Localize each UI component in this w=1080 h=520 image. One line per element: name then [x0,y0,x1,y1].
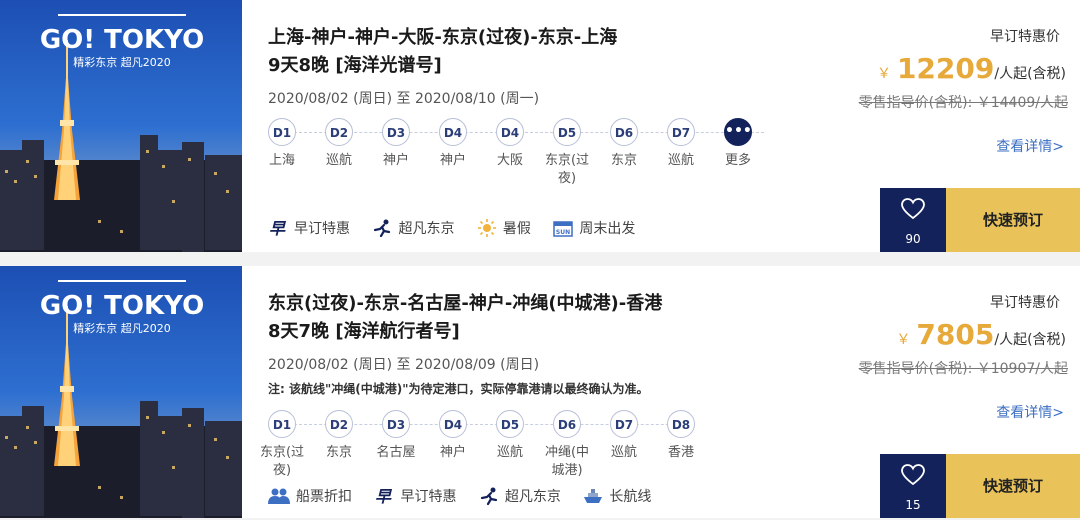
day-stop: D2 巡航 [313,118,365,170]
cruise-card: GO! TOKYO 精彩东京 超凡2020 东京(过夜)-东京-名古屋-神户-冲… [0,266,1080,518]
price-value: 12209 [896,52,995,85]
tokyo-tower-image[interactable]: GO! TOKYO 精彩东京 超凡2020 [0,0,242,252]
tag-early-booking: 早 早订特惠 [269,219,350,237]
day-stop: D1 东京(过夜) [256,410,308,480]
tag-long-route: 长航线 [583,486,651,506]
sailing-dates: 2020/08/02 (周日) 至 2020/08/09 (周日) [268,357,540,373]
day-stop: D5 东京(过夜) [541,118,593,188]
more-days-button[interactable]: ••• 更多 [712,118,764,170]
day-timeline: D1 上海 D2 巡航 D3 神户 D4 神户 D4 大阪 D5 东京(过夜) D6 东京 D… [268,118,788,198]
svg-text:早: 早 [375,487,393,505]
feature-tags: 船票折扣 早 早订特惠 超凡东京 长航线 [268,486,669,509]
day-stop: D8 香港 [655,410,707,462]
day-stop: D4 大阪 [484,118,536,170]
route-title[interactable]: 上海-神户-神户-大阪-东京(过夜)-东京-上海 9天8晚 [海洋光谱号] [268,24,617,80]
svg-text:精彩东京 超凡2020: 精彩东京 超凡2020 [73,55,171,69]
itinerary-info: 上海-神户-神户-大阪-东京(过夜)-东京-上海 9天8晚 [海洋光谱号] 20… [268,0,828,252]
tag-early-booking: 早 早订特惠 [375,487,457,505]
runner-icon [480,487,498,505]
quick-book-button[interactable]: 快速预订 [946,454,1080,518]
sun-icon [477,219,496,237]
itinerary-info: 东京(过夜)-东京-名古屋-神户-冲绳(中城港)-香港 8天7晚 [海洋航行者号… [260,266,828,518]
day-stop: D4 神户 [427,410,479,462]
day-stop: D3 名古屋 [370,410,422,462]
day-stop: D1 上海 [256,118,308,170]
view-details-link[interactable]: 查看详情> [996,136,1064,156]
tag-tokyo: 超凡东京 [372,218,454,238]
svg-text:早: 早 [269,219,287,237]
more-icon: ••• [724,118,752,146]
price-label: 早订特惠价 [990,29,1060,45]
day-stop: D6 东京 [598,118,650,170]
feature-tags: 早 早订特惠 超凡东京 暑假 SUN 周末出发 [268,218,653,241]
day-stop: D4 神户 [427,118,479,170]
like-button[interactable]: 15 [880,454,946,518]
runner-icon [374,219,391,237]
tokyo-tower-image[interactable]: GO! TOKYO 精彩东京 超凡2020 [0,266,242,518]
svg-text:GO! TOKYO: GO! TOKYO [40,25,204,55]
heart-icon [901,464,925,486]
sailing-dates: 2020/08/02 (周日) 至 2020/08/10 (周一) [268,91,540,107]
like-button[interactable]: 90 [880,188,946,252]
svg-text:GO! TOKYO: GO! TOKYO [40,291,204,321]
view-details-link[interactable]: 查看详情> [996,402,1064,422]
port-note: 注: 该航线"冲绳(中城港)"为待定港口，实际停靠港请以最终确认为准。 [268,382,649,396]
people-icon [268,488,290,504]
day-stop: D2 东京 [313,410,365,462]
like-count: 90 [905,232,921,246]
early-bird-icon: 早 [269,219,287,237]
day-timeline: D1 东京(过夜) D2 东京 D3 名古屋 D4 神户 D5 巡航 D6 冲绳(中城港) … [260,410,788,490]
day-stop: D6 冲绳(中城港) [541,410,593,480]
day-stop: D7 巡航 [655,118,707,170]
route-title[interactable]: 东京(过夜)-东京-名古屋-神户-冲绳(中城港)-香港 8天7晚 [海洋航行者号… [268,290,662,346]
day-stop: D5 巡航 [484,410,536,462]
calendar-sun-icon: SUN [553,221,574,237]
tag-weekend: SUN 周末出发 [553,218,635,238]
price-main: ￥ 7805/人起(含税) [896,318,1066,351]
tag-tokyo: 超凡东京 [479,486,561,506]
svg-text:SUN: SUN [556,229,570,236]
ship-icon [584,489,603,503]
like-count: 15 [905,498,921,512]
cruise-card: GO! TOKYO 精彩东京 超凡2020 上海-神户-神户-大阪-东京(过夜)… [0,0,1080,252]
price-label: 早订特惠价 [990,295,1060,311]
day-stop: D3 神户 [370,118,422,170]
quick-book-button[interactable]: 快速预订 [946,188,1080,252]
heart-icon [901,198,925,220]
original-price: 零售指导价(含税): ￥14409/人起 [858,95,1068,111]
price-value: 7805 [916,318,995,351]
price-main: ￥ 12209/人起(含税) [876,52,1066,85]
early-bird-icon: 早 [375,487,393,505]
original-price: 零售指导价(含税): ￥10907/人起 [858,361,1068,377]
tag-ticket-discount: 船票折扣 [268,486,352,506]
svg-text:精彩东京 超凡2020: 精彩东京 超凡2020 [73,321,171,335]
day-stop: D7 巡航 [598,410,650,462]
tag-summer: 暑假 [477,218,531,238]
